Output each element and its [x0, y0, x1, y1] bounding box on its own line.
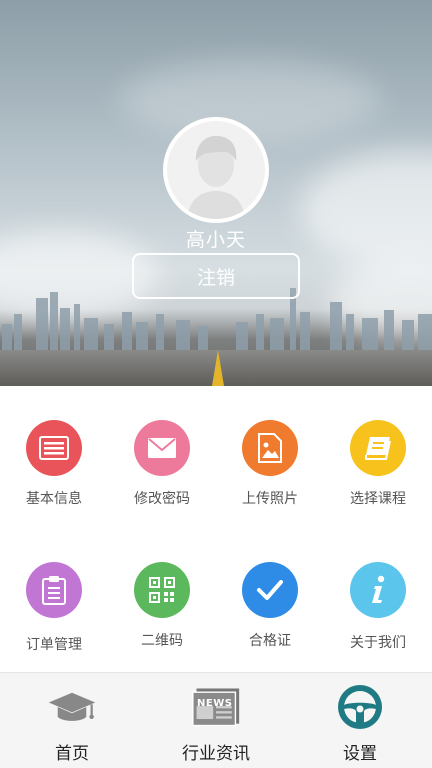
info-icon	[350, 562, 406, 618]
grid-item-label: 关于我们	[350, 635, 406, 651]
grid-item-label: 选择课程	[350, 491, 406, 507]
checkmark-icon	[242, 562, 298, 618]
image-file-icon	[242, 420, 298, 476]
grid-item-label: 修改密码	[134, 491, 190, 507]
bottom-tab-bar: 首页 NEWS 行业资讯 设置	[0, 672, 432, 768]
newspaper-icon-text: NEWS	[197, 698, 233, 709]
clipboard-icon	[26, 562, 82, 618]
function-grid: 基本信息 修改密码 上传照片 选择课程 订单管理 二维码 合格证 关于我们	[0, 386, 432, 672]
grid-item-about-us[interactable]: 关于我们	[324, 562, 432, 652]
grid-item-certificate[interactable]: 合格证	[216, 562, 324, 650]
grid-item-label: 二维码	[141, 633, 183, 649]
logout-button[interactable]: 注销	[132, 253, 300, 299]
qr-code-icon	[134, 562, 190, 618]
grid-item-qr-code[interactable]: 二维码	[108, 562, 216, 650]
grid-item-label: 上传照片	[242, 491, 298, 507]
default-user-icon	[187, 135, 245, 219]
tab-industry-news[interactable]: NEWS 行业资讯	[144, 673, 288, 768]
tab-label: 设置	[343, 744, 377, 764]
steering-wheel-icon	[335, 685, 385, 729]
grid-item-upload-photo[interactable]: 上传照片	[216, 420, 324, 508]
id-card-icon	[26, 420, 82, 476]
tab-home[interactable]: 首页	[0, 673, 144, 768]
tab-label: 行业资讯	[182, 744, 250, 764]
avatar[interactable]	[163, 117, 269, 223]
graduation-cap-icon	[47, 685, 97, 729]
grid-item-basic-info[interactable]: 基本信息	[0, 420, 108, 508]
book-icon	[350, 420, 406, 476]
newspaper-icon: NEWS	[191, 685, 241, 729]
grid-item-change-password[interactable]: 修改密码	[108, 420, 216, 508]
grid-item-label: 基本信息	[26, 491, 82, 507]
envelope-icon	[134, 420, 190, 476]
grid-item-order-management[interactable]: 订单管理	[0, 562, 108, 654]
grid-item-label: 合格证	[249, 633, 291, 649]
username: 高小天	[185, 229, 246, 251]
tab-settings[interactable]: 设置	[288, 673, 432, 768]
road-center-line	[212, 350, 224, 386]
grid-item-label: 订单管理	[26, 637, 82, 653]
grid-item-select-course[interactable]: 选择课程	[324, 420, 432, 508]
tab-label: 首页	[55, 744, 89, 764]
